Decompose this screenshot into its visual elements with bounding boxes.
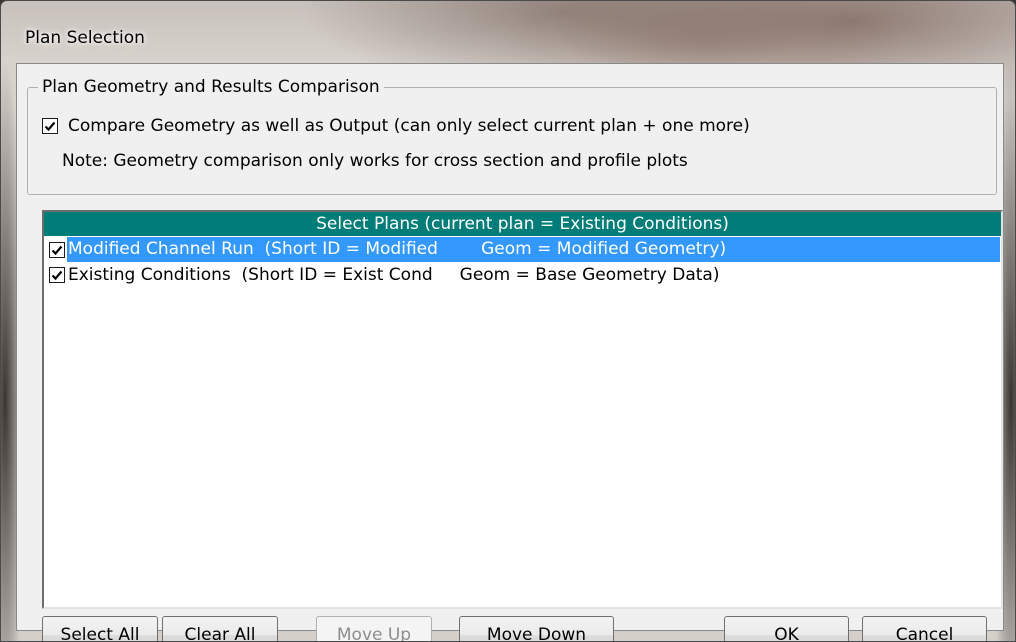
groupbox-legend: Plan Geometry and Results Comparison [38, 77, 384, 97]
plan-checkbox-existing[interactable] [49, 266, 65, 283]
checkmark-icon [51, 270, 63, 280]
window-title: Plan Selection [25, 28, 145, 48]
plan-checkbox-modified[interactable] [49, 241, 65, 258]
plan-row-label[interactable]: Existing Conditions (Short ID = Exist Co… [67, 265, 720, 285]
select-all-button[interactable]: Select All [42, 616, 158, 641]
plan-row-label[interactable]: Modified Channel Run (Short ID = Modifie… [67, 237, 1000, 262]
move-up-button[interactable]: Move Up [316, 616, 432, 641]
comparison-groupbox: Plan Geometry and Results Comparison [27, 77, 997, 195]
cancel-button[interactable]: Cancel [862, 616, 987, 641]
compare-geometry-checkbox[interactable] [42, 118, 58, 134]
plan-row-existing-conditions[interactable]: Existing Conditions (Short ID = Exist Co… [45, 262, 1000, 287]
checkmark-icon [44, 121, 56, 132]
geometry-note: Note: Geometry comparison only works for… [62, 151, 688, 171]
title-bar[interactable]: Plan Selection [1, 1, 1015, 61]
dialog-client-area: Plan Geometry and Results Comparison Com… [16, 63, 1004, 641]
plans-listbox[interactable]: Select Plans (current plan = Existing Co… [42, 210, 1003, 609]
plan-row-modified-channel-run[interactable]: Modified Channel Run (Short ID = Modifie… [45, 237, 1000, 262]
clear-all-button[interactable]: Clear All [162, 616, 278, 641]
checkmark-icon [51, 245, 63, 255]
ok-button[interactable]: OK [724, 616, 849, 641]
compare-geometry-option[interactable]: Compare Geometry as well as Output (can … [42, 116, 750, 136]
plan-selection-window: Plan Selection Plan Geometry and Results… [0, 0, 1016, 642]
move-down-button[interactable]: Move Down [459, 616, 614, 641]
plans-list-header: Select Plans (current plan = Existing Co… [44, 212, 1001, 236]
compare-geometry-label[interactable]: Compare Geometry as well as Output (can … [68, 116, 750, 136]
